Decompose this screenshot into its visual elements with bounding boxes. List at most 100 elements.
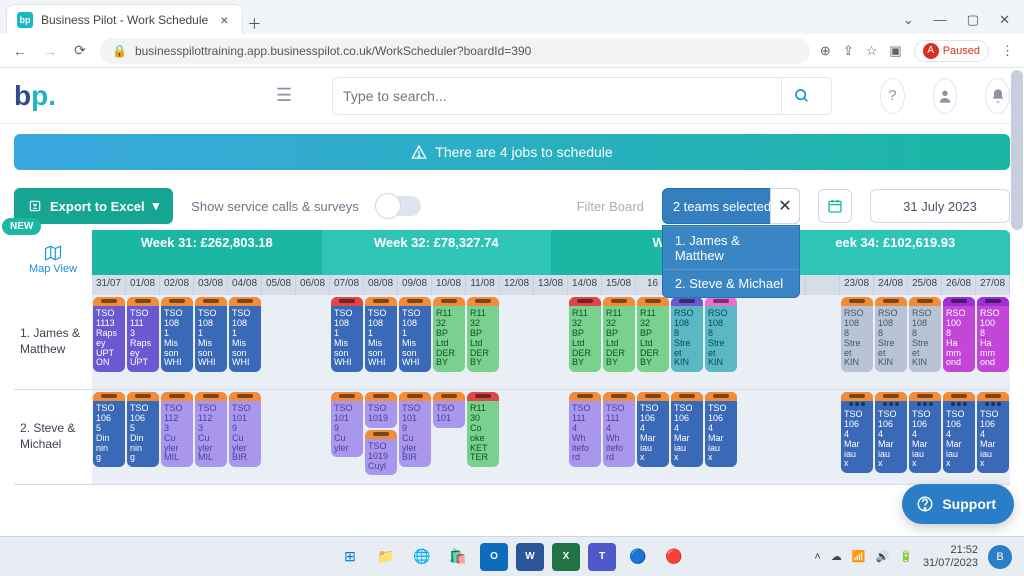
day-column-header[interactable]: 12/08	[500, 275, 534, 295]
job-card[interactable]: R1132BPLtdDERBY	[637, 297, 669, 372]
extensions-icon[interactable]: ▣	[889, 43, 901, 59]
notification-badge[interactable]: B	[988, 545, 1012, 569]
user-icon[interactable]	[933, 78, 958, 114]
day-column-header[interactable]: 07/08	[330, 275, 364, 295]
job-card[interactable]: TSO1064Mariaux	[705, 392, 737, 467]
day-column-header[interactable]: 24/08	[874, 275, 908, 295]
schedule-cell[interactable]: TSO1064Mariaux	[636, 390, 670, 484]
job-card[interactable]: TSO1064Mariaux	[977, 392, 1009, 473]
schedule-cell[interactable]: TSO1113RapseyUPT	[126, 295, 160, 389]
job-card[interactable]: TSO1019	[365, 392, 397, 428]
minimize-icon[interactable]: —	[934, 12, 947, 28]
job-card[interactable]: TSO1081MissonWHI	[161, 297, 193, 372]
zoom-icon[interactable]: ⊕	[820, 43, 831, 59]
job-card[interactable]: TSO1064Mariaux	[841, 392, 873, 473]
day-column-header[interactable]: 25/08	[908, 275, 942, 295]
day-column-header[interactable]: 08/08	[364, 275, 398, 295]
map-view-button[interactable]: Map View	[14, 230, 92, 275]
day-column-header[interactable]: 13/08	[534, 275, 568, 295]
schedule-cell[interactable]	[262, 390, 296, 484]
week-column[interactable]: eek 34: £102,619.93	[781, 230, 1011, 275]
day-column-header[interactable]: 23/08	[840, 275, 874, 295]
chrome-icon[interactable]: 🔵	[624, 543, 652, 571]
job-card[interactable]: TSO1064Mariaux	[875, 392, 907, 473]
job-card[interactable]: RSO1088StreetKIN	[705, 297, 737, 372]
team-option[interactable]: 2. Steve & Michael	[663, 269, 799, 297]
search-input[interactable]	[343, 88, 781, 104]
schedule-cell[interactable]: TSO1064Mariaux	[670, 390, 704, 484]
day-column-header[interactable]: 14/08	[568, 275, 602, 295]
schedule-cell[interactable]	[534, 295, 568, 389]
schedule-cell[interactable]: RSO1088StreetKIN	[908, 295, 942, 389]
star-icon[interactable]: ☆	[866, 43, 878, 59]
job-card[interactable]: RSO1008Hammond	[977, 297, 1009, 372]
logo[interactable]: bp.	[14, 80, 56, 112]
schedule-cell[interactable]: TSO1064Mariaux	[840, 390, 874, 484]
job-card[interactable]: TSO101	[433, 392, 465, 428]
schedule-cell[interactable]: TSO1064Mariaux	[908, 390, 942, 484]
job-card[interactable]: TSO1114Whiteford	[569, 392, 601, 467]
team-filter-select[interactable]: 2 teams selected ▼ ✕ 1. James & Matthew …	[662, 188, 800, 224]
week-column[interactable]: Week 31: £262,803.18	[92, 230, 322, 275]
job-card[interactable]: TSO1081MissonWHI	[195, 297, 227, 372]
export-button[interactable]: Export to Excel ▾	[14, 188, 173, 224]
schedule-cell[interactable]: RSO1088StreetKIN	[670, 295, 704, 389]
job-card[interactable]: TSO1064Mariaux	[943, 392, 975, 473]
schedule-cell[interactable]: R1132BPLtdDERBY	[432, 295, 466, 389]
job-card[interactable]: TSO1064Mariaux	[671, 392, 703, 467]
schedule-cell[interactable]: TSO1064Mariaux	[942, 390, 976, 484]
clock[interactable]: 21:52 31/07/2023	[923, 544, 978, 568]
job-card[interactable]: TSO1081MissonWHI	[399, 297, 431, 372]
schedule-cell[interactable]: TSO1064Mariaux	[976, 390, 1010, 484]
job-card[interactable]: TSO1019CuylerBIR	[399, 392, 431, 467]
battery-icon[interactable]: 🔋	[899, 550, 913, 563]
job-card[interactable]: TSO1113RapseyUPTON	[93, 297, 125, 372]
explorer-icon[interactable]: 📁	[372, 543, 400, 571]
day-column-header[interactable]: 05/08	[262, 275, 296, 295]
job-card[interactable]: TSO1065Dinning	[127, 392, 159, 467]
forward-icon[interactable]: →	[40, 43, 60, 59]
store-icon[interactable]: 🛍️	[444, 543, 472, 571]
jobs-banner[interactable]: There are 4 jobs to schedule	[14, 134, 1010, 170]
outlook-icon[interactable]: O	[480, 543, 508, 571]
schedule-cell[interactable]: TSO1113RapseyUPTON	[92, 295, 126, 389]
schedule-cell[interactable]: R1132BPLtdDERBY	[602, 295, 636, 389]
schedule-cell[interactable]: TSO1081MissonWHI	[160, 295, 194, 389]
global-search[interactable]	[332, 77, 832, 115]
search-icon[interactable]	[781, 78, 821, 114]
job-card[interactable]: TSO1123CuylerMIL	[161, 392, 193, 467]
job-card[interactable]: TSO1064Mariaux	[637, 392, 669, 467]
day-column-header[interactable]: 27/08	[976, 275, 1010, 295]
day-column-header[interactable]: 02/08	[160, 275, 194, 295]
week-column[interactable]: Week 32: £78,327.74	[322, 230, 552, 275]
day-column-header[interactable]: 10/08	[432, 275, 466, 295]
schedule-cell[interactable]	[772, 390, 806, 484]
schedule-cell[interactable]	[806, 390, 840, 484]
job-card[interactable]: R1132BPLtdDERBY	[569, 297, 601, 372]
job-card[interactable]: TSO1081MissonWHI	[365, 297, 397, 372]
job-card[interactable]: RSO1088StreetKIN	[671, 297, 703, 372]
word-icon[interactable]: W	[516, 543, 544, 571]
volume-icon[interactable]: 🔊	[876, 550, 890, 563]
day-column-header[interactable]	[806, 275, 840, 295]
job-card[interactable]: R1130CookeKETTER	[467, 392, 499, 467]
date-picker[interactable]: 31 July 2023	[870, 189, 1010, 223]
system-tray[interactable]: ˄ ☁ 📶 🔊 🔋 21:52 31/07/2023 B	[814, 544, 1012, 568]
schedule-cell[interactable]: TSO1019Cuyler	[330, 390, 364, 484]
help-icon[interactable]: ?	[880, 78, 905, 114]
schedule-cell[interactable]: TSO1019CuylerBIR	[228, 390, 262, 484]
browser-tab[interactable]: bp Business Pilot - Work Schedule ×	[6, 4, 243, 34]
day-column-header[interactable]: 03/08	[194, 275, 228, 295]
edge-icon[interactable]: 🌐	[408, 543, 436, 571]
schedule-cell[interactable]: TSO1064Mariaux	[874, 390, 908, 484]
schedule-cell[interactable]: TSO1081MissonWHI	[228, 295, 262, 389]
calendar-icon[interactable]	[818, 189, 852, 223]
job-card[interactable]: RSO1088StreetKIN	[875, 297, 907, 372]
schedule-cell[interactable]: R1132BPLtdDERBY	[568, 295, 602, 389]
hamburger-icon[interactable]: ☰	[276, 85, 292, 106]
schedule-cell[interactable]: R1132BPLtdDERBY	[636, 295, 670, 389]
schedule-cell[interactable]: RSO1088StreetKIN	[874, 295, 908, 389]
schedule-cell[interactable]	[500, 295, 534, 389]
schedule-cell[interactable]: TSO1019TSO1019Cuyl	[364, 390, 398, 484]
job-card[interactable]: TSO1019Cuyler	[331, 392, 363, 457]
